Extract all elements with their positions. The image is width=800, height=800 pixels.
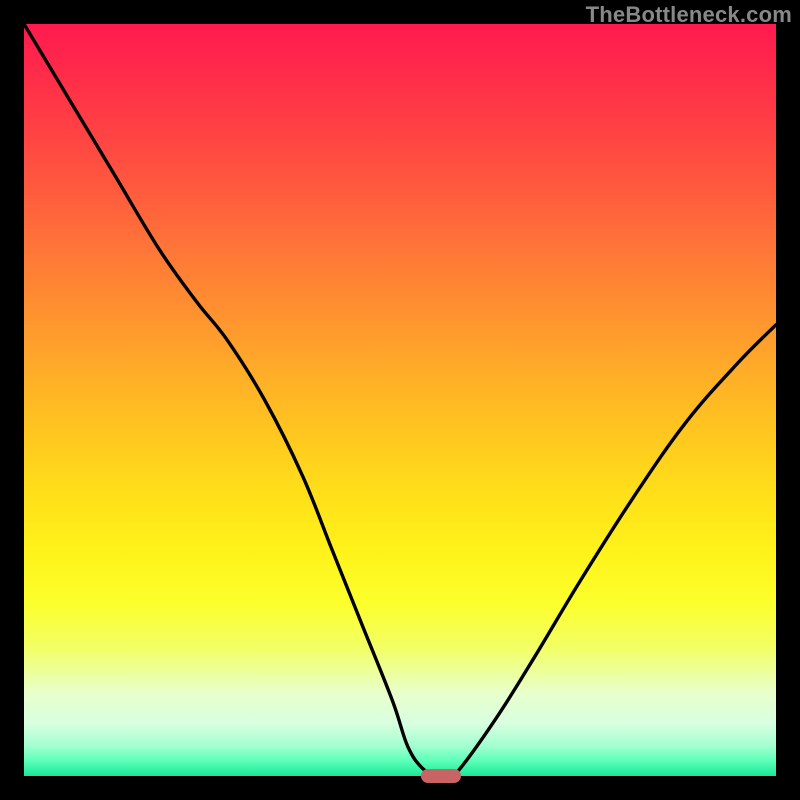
chart-frame <box>0 0 800 800</box>
bottleneck-curve <box>24 24 776 776</box>
plot-area <box>24 24 776 776</box>
watermark-text: TheBottleneck.com <box>586 2 792 28</box>
optimal-point-marker <box>421 769 461 783</box>
